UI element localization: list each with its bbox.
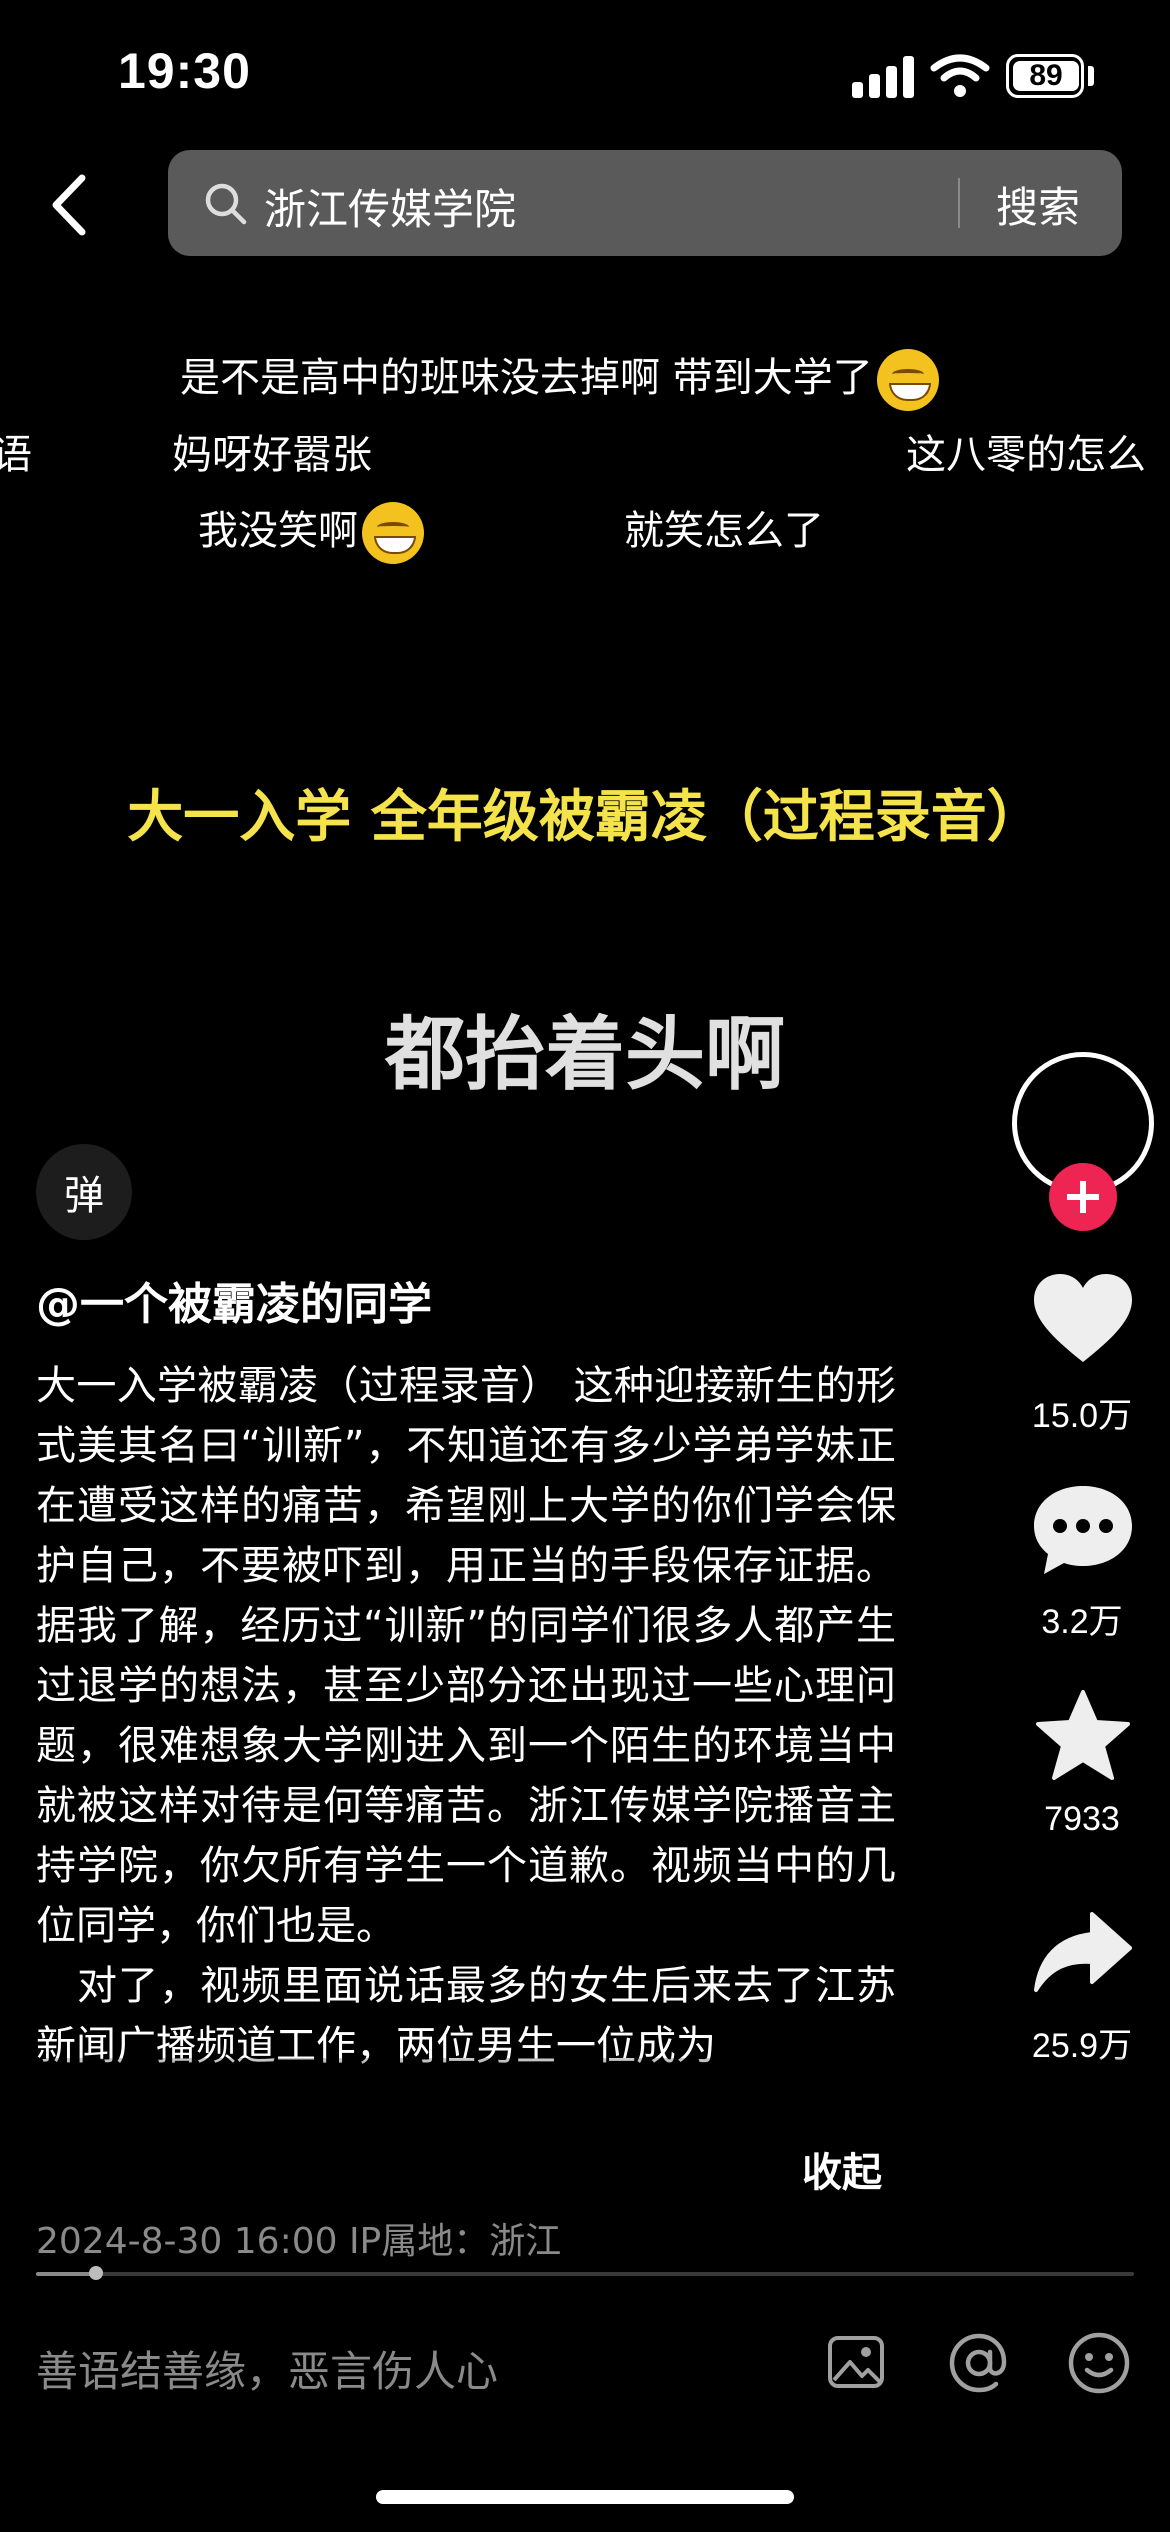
like-heart-icon[interactable] [1030,1272,1136,1368]
laughing-emoji-icon [362,502,424,564]
battery-cap [1088,66,1094,86]
image-icon[interactable] [826,2332,886,2392]
description-block: 大一入学被霸凌（过程录音） 这种迎接新生的形式美其名曰“训新”，不知道还有多少学… [36,1356,896,2116]
status-time: 19:30 [118,43,251,99]
video-subtitle-caption: 都抬着头啊 [385,1008,785,1101]
danmaku-comment: 是不是高中的班味没去掉啊 带到大学了 [180,345,939,411]
grin-sweat-emoji-icon [876,349,939,411]
battery-level: 89 [1029,59,1063,92]
description-paragraph: 对了，视频里面说话最多的女生后来去了江苏新闻广播频道工作，两位男生一位成为 [36,1963,896,2069]
danmaku-fragment: 语 [0,432,32,478]
danmaku-toggle-button[interactable]: 弹 [36,1144,132,1240]
video-title-caption: 大一入学 全年级被霸凌（过程录音） [127,785,1043,850]
signal-icon [852,56,916,98]
search-button[interactable]: 搜索 [996,174,1080,235]
danmaku-comment: 妈呀好嚣张 [172,432,372,478]
favorite-star-icon[interactable] [1030,1688,1136,1784]
danmaku-comment: 就笑怎么了 [624,508,824,554]
follow-button[interactable] [1049,1163,1117,1231]
like-count: 15.0万 [1031,1397,1133,1435]
danmaku-comment: 我没笑啊 [198,498,424,564]
favorite-count: 7933 [1044,1800,1120,1838]
comment-input[interactable]: 善语结善缘，恶言伤人心 [36,2338,498,2399]
wifi-icon [930,54,990,97]
post-meta: 2024-8-30 16:00 IP属地：浙江 [36,2221,562,2262]
progress-thumb[interactable] [89,2266,103,2280]
comment-icon[interactable] [1030,1482,1136,1578]
mention-at-icon[interactable] [946,2330,1012,2396]
danmaku-text: 是不是高中的班味没去掉啊 带到大学了 [180,355,873,401]
author-name[interactable]: @一个被霸凌的同学 [36,1268,432,1332]
search-input[interactable]: 浙江传媒学院 [264,176,516,237]
description-text: 大一入学被霸凌（过程录音） 这种迎接新生的形式美其名曰“训新”，不知道还有多少学… [36,1356,896,2076]
danmaku-text: 我没笑啊 [198,508,358,554]
share-arrow-icon[interactable] [1030,1906,1136,2002]
search-divider [958,178,960,228]
search-bar[interactable]: 浙江传媒学院 搜索 [168,150,1122,256]
home-indicator [376,2490,794,2504]
progress-fill [36,2272,96,2276]
description-fade [0,2058,1170,2118]
search-icon [205,183,247,225]
battery-icon: 89 [1006,54,1084,98]
collapse-button[interactable]: 收起 [802,2140,882,2198]
description-paragraph: 大一入学被霸凌（过程录音） 这种迎接新生的形式美其名曰“训新”，不知道还有多少学… [36,1363,896,1949]
progress-track[interactable] [36,2272,1134,2276]
emoji-picker-icon[interactable] [1066,2330,1132,2396]
back-button[interactable] [42,170,102,240]
comment-count: 3.2万 [1041,1603,1123,1641]
danmaku-comment: 这八零的怎么 [906,432,1146,478]
